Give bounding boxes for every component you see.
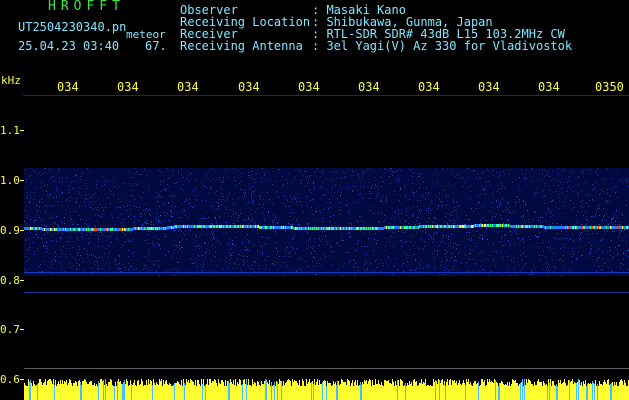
time-tick: 034	[298, 80, 320, 94]
antenna-value: : 3el Yagi(V) Az 330 for Vladivostok	[312, 39, 573, 53]
time-tick: 034	[238, 80, 260, 94]
capture-datetime: 25.04.23 03:40	[18, 39, 120, 53]
time-tick: 034	[358, 80, 380, 94]
spectrogram-svg	[24, 168, 629, 400]
freq-tick: 1.0	[0, 174, 20, 187]
noise-band	[24, 168, 629, 276]
antenna-label: Receiving Antenna	[180, 39, 303, 53]
time-tick: 034	[418, 80, 440, 94]
freq-tick: 1.1	[0, 124, 20, 137]
app-logo: HROFFT	[48, 0, 125, 14]
carrier-line	[24, 292, 629, 293]
level-value: 67.	[145, 39, 167, 53]
freq-tick: 0.8	[0, 274, 20, 287]
time-tick: 034	[117, 80, 139, 94]
time-tick: 034	[478, 80, 500, 94]
file-name: UT2504230340.pn	[18, 20, 127, 34]
level-bars	[24, 379, 629, 400]
time-tick: 034	[177, 80, 199, 94]
spectrogram-plot	[24, 96, 629, 400]
freq-tick: 0.9	[0, 224, 20, 237]
freq-tick: 0.7	[0, 323, 20, 336]
time-tick: 034	[57, 80, 79, 94]
time-tick: 034	[538, 80, 560, 94]
time-tick: 0350	[595, 80, 624, 94]
y-axis-unit: kHz	[1, 74, 21, 87]
bottom-separator	[24, 368, 629, 369]
carrier-line	[24, 272, 629, 273]
freq-tick: 0.6	[0, 373, 20, 386]
